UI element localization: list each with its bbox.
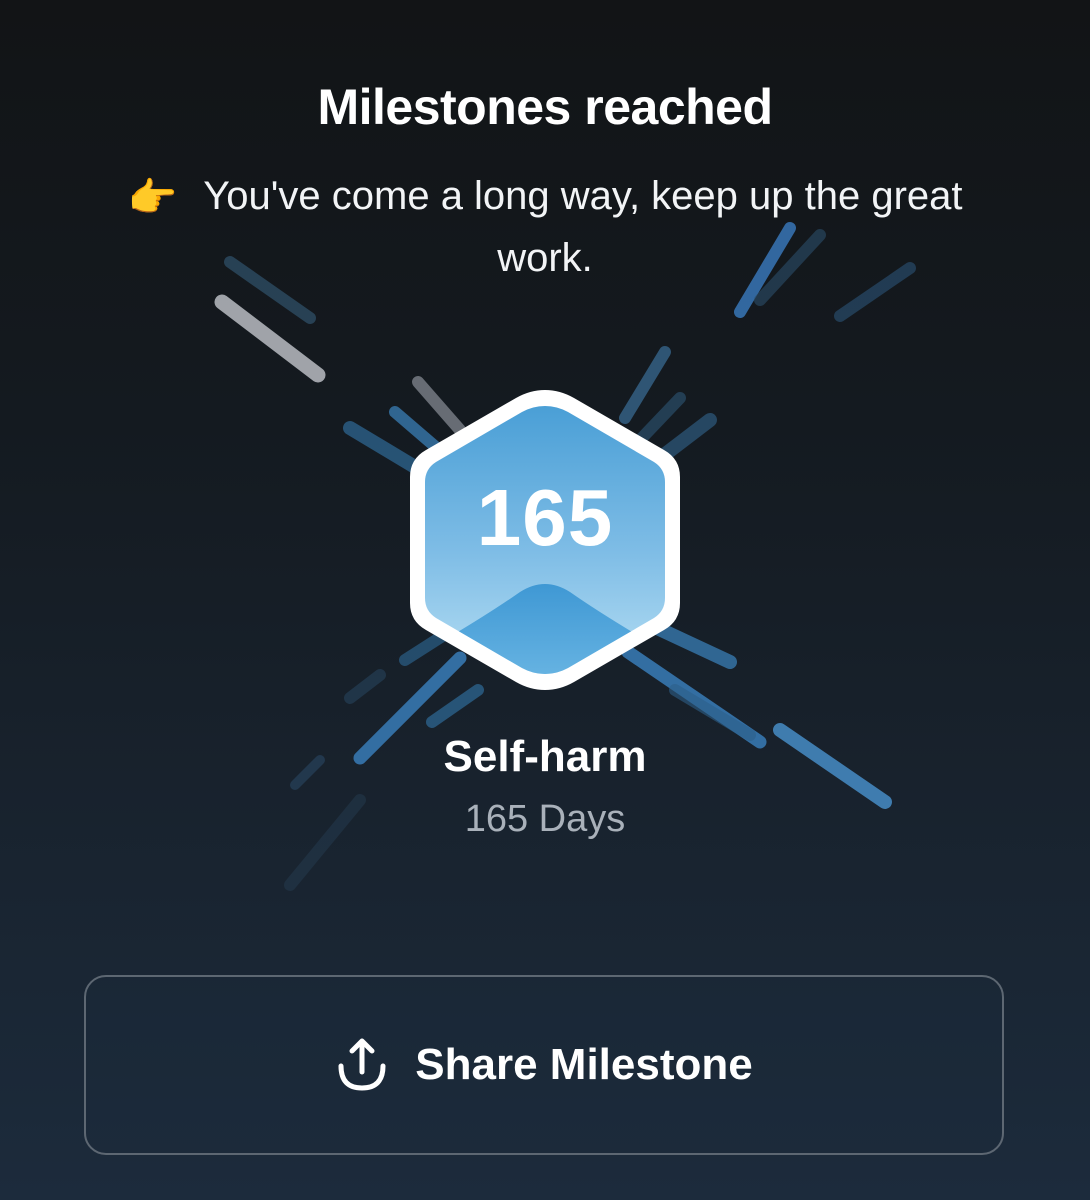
badge-number: 165 — [476, 473, 614, 562]
milestone-duration: 165 Days — [464, 798, 626, 840]
share-milestone-button[interactable]: Share Milestone — [84, 975, 1004, 1155]
milestone-category: Self-harm — [443, 732, 647, 781]
milestone-screen: Milestones reached 👉 You've come a long w… — [0, 0, 1090, 1200]
share-button-label: Share Milestone — [415, 1040, 753, 1089]
share-upload-icon — [338, 1038, 386, 1091]
